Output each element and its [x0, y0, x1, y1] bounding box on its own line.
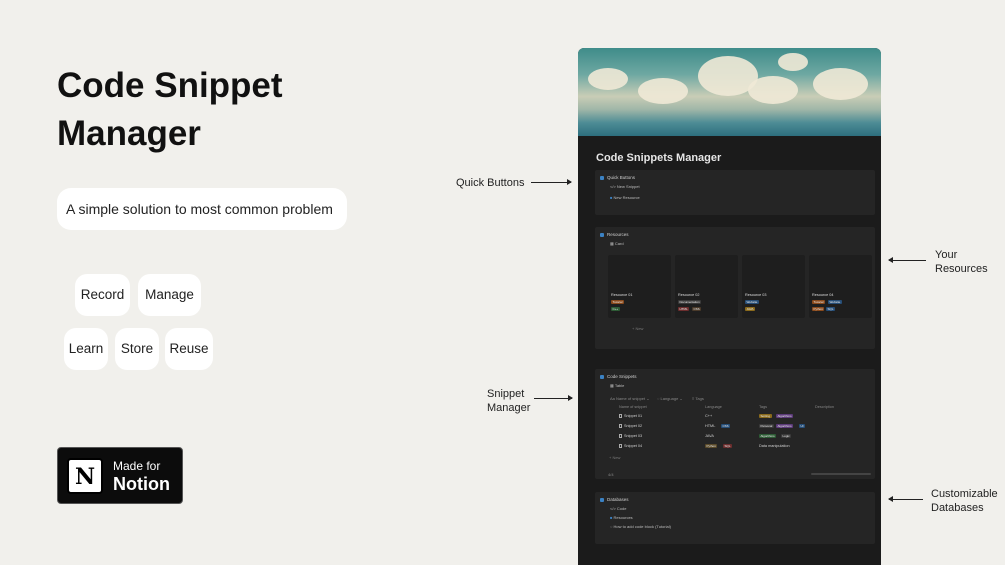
quick-buttons-heading: Quick Buttons [600, 175, 635, 180]
badge-made-for: Made for [113, 459, 161, 473]
filter-language[interactable]: ◌ Language ⌄ [657, 396, 683, 401]
arrow-right-icon [534, 395, 573, 401]
database-link-tutorial[interactable]: ◌ How to add code block (Tutorial) [610, 524, 671, 529]
callout-your-resources: Your Resources [935, 249, 988, 275]
databases-block: Databases </> Code ■ Resources ◌ How to … [595, 492, 875, 544]
resources-heading: Resources [600, 232, 629, 237]
resource-card[interactable]: Resource 04 Tutorial Website Python SQL [809, 255, 872, 318]
table-scrollbar[interactable] [811, 473, 871, 475]
feature-store: Store [115, 328, 159, 370]
code-snippets-heading: Code Snippets [600, 374, 637, 379]
resource-card[interactable]: Resource 01 Tutorial C++ [608, 255, 671, 318]
new-resource-button[interactable]: ■ New Resource [610, 195, 640, 200]
notion-page-preview: Code Snippets Manager Quick Buttons </> … [578, 48, 881, 565]
title-line-1: Code Snippet [57, 66, 283, 105]
cover-image [578, 48, 881, 136]
feature-record: Record [75, 274, 130, 316]
snippets-new-button[interactable]: + New [609, 455, 620, 460]
database-icon [600, 497, 604, 502]
filter-tags[interactable]: ≡ Tags [692, 396, 704, 401]
feature-reuse: Reuse [165, 328, 213, 370]
page-title: Code Snippet Manager [57, 62, 283, 158]
resource-card[interactable]: Resource 03 Website JAVA [742, 255, 805, 318]
tagline: A simple solution to most common problem [57, 188, 347, 230]
callout-customizable-databases: Customizable Databases [931, 488, 998, 514]
callout-quick-buttons: Quick Buttons [456, 177, 525, 189]
table-row[interactable]: Snippet 04 Python SQL Data manipulation [609, 442, 865, 451]
callout-snippet-manager: Snippet Manager [487, 388, 531, 414]
resource-card[interactable]: Resource 02 Documentation HTML CSS [675, 255, 738, 318]
table-row[interactable]: Snippet 03 JAVA Algorithms Logic [609, 432, 865, 441]
database-icon [600, 232, 604, 237]
arrow-right-icon [531, 179, 572, 185]
resources-new-button[interactable]: + New [632, 326, 643, 331]
code-snippets-view-tab[interactable]: ▦ Table [610, 383, 624, 388]
resources-block: Resources ▦ Card Resource 01 Tutorial C+… [595, 227, 875, 349]
filter-name[interactable]: Aa Name of snippet ⌄ [610, 396, 650, 401]
feature-learn: Learn [64, 328, 108, 370]
notion-page-title: Code Snippets Manager [596, 152, 722, 164]
row-count: 4/4 [608, 472, 614, 477]
databases-heading: Databases [600, 497, 629, 502]
new-snippet-button[interactable]: </> New Snippet [610, 184, 640, 189]
arrow-left-icon [888, 496, 923, 502]
notion-logo-icon: N [67, 458, 103, 494]
title-line-2: Manager [57, 114, 201, 153]
badge-brand: Notion [113, 474, 170, 494]
quick-buttons-block: Quick Buttons </> New Snippet ■ New Reso… [595, 170, 875, 215]
feature-manage: Manage [138, 274, 201, 316]
database-icon [600, 374, 604, 379]
database-link-code[interactable]: </> Code [610, 506, 626, 511]
table-row[interactable]: Snippet 02 HTML CSS Personal Algorithms … [609, 422, 865, 431]
database-link-resources[interactable]: ■ Resources [610, 515, 633, 520]
table-row[interactable]: Snippet 01 C++ Sorting Algorithms [609, 412, 865, 421]
code-snippets-block: Code Snippets ▦ Table Aa Name of snippet… [595, 369, 875, 479]
table-header-row: Name of snippet Language Tags Descriptio… [619, 405, 834, 409]
resources-view-tab[interactable]: ▦ Card [610, 241, 624, 246]
button-icon [600, 175, 604, 180]
arrow-left-icon [888, 257, 926, 263]
made-for-notion-badge[interactable]: N Made for Notion [57, 447, 183, 504]
